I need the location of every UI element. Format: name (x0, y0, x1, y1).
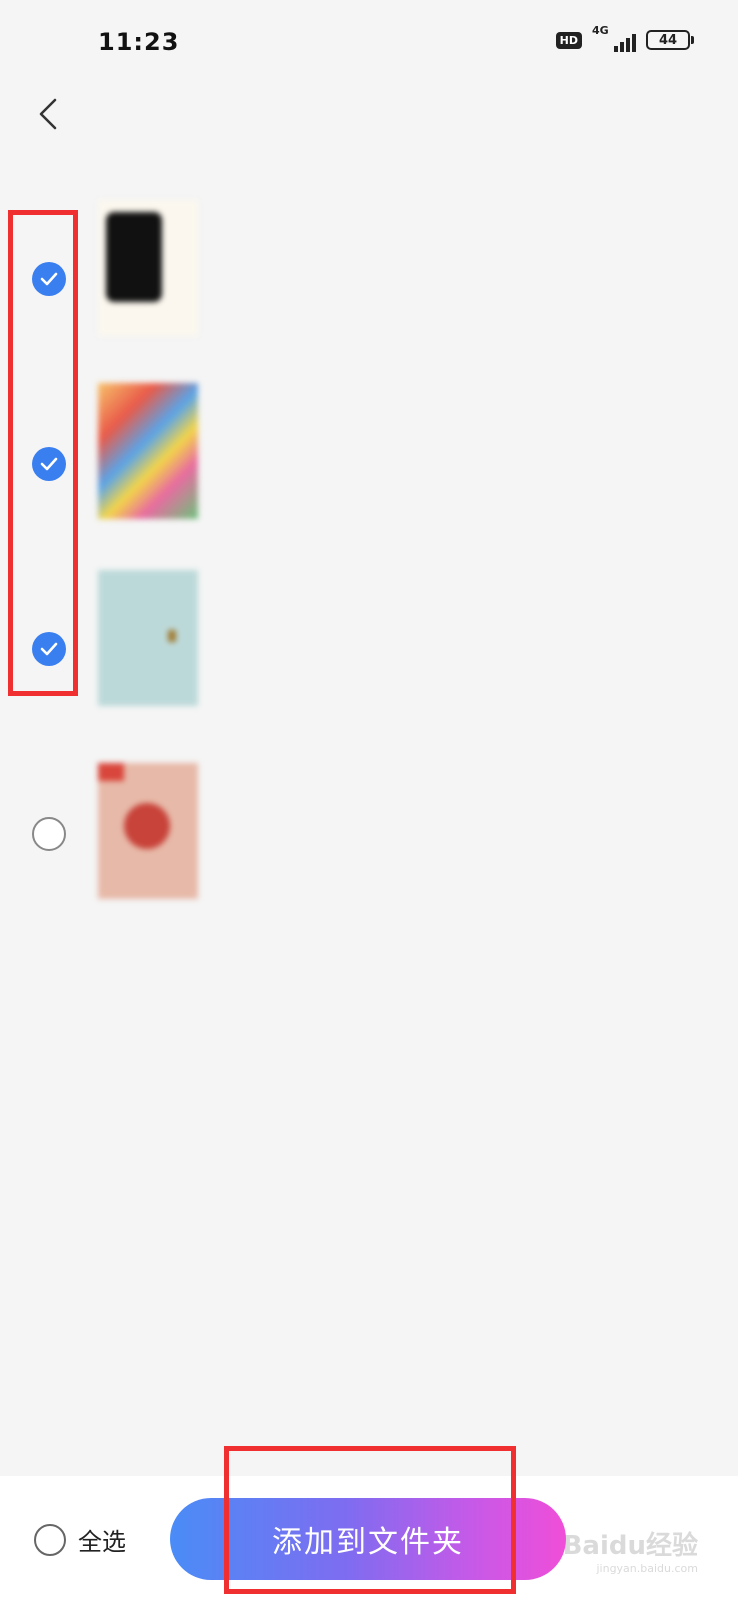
bottom-bar: 全选 添加到文件夹 Baidu经验 jingyan.baidu.com (0, 1476, 738, 1600)
battery-icon: 44 (646, 30, 694, 50)
back-button[interactable] (28, 94, 68, 134)
checkbox-checked[interactable] (32, 447, 66, 481)
list-item[interactable] (0, 568, 738, 738)
signal-bars (614, 34, 636, 52)
list-item[interactable] (0, 383, 738, 553)
checkbox-checked[interactable] (32, 262, 66, 296)
watermark: Baidu经验 jingyan.baidu.com (563, 1533, 698, 1574)
select-all-label: 全选 (78, 1528, 126, 1556)
add-to-folder-button[interactable]: 添加到文件夹 (170, 1498, 566, 1580)
hd-badge: HD (555, 31, 582, 49)
watermark-brand: Baidu经验 (562, 1531, 698, 1561)
notebook-thumbnail (98, 200, 198, 336)
checkbox-unchecked[interactable] (32, 817, 66, 851)
notebook-thumbnail (98, 570, 198, 706)
status-time: 11:23 (98, 28, 180, 56)
network-type: 4G (592, 24, 609, 37)
notebook-thumbnail (98, 383, 198, 519)
watermark-url: jingyan.baidu.com (596, 1562, 698, 1575)
signal-icon: 4G (592, 24, 636, 52)
header (0, 80, 738, 150)
list-item[interactable] (0, 753, 738, 923)
check-icon (40, 457, 58, 471)
checkbox-checked[interactable] (32, 632, 66, 666)
chevron-left-icon (39, 98, 57, 130)
check-icon (40, 642, 58, 656)
select-all-checkbox[interactable] (34, 1523, 66, 1556)
battery-level: 44 (658, 32, 678, 48)
status-bar: 11:23 HD 4G 44 (0, 0, 738, 80)
notebook-thumbnail (98, 763, 198, 899)
list-item[interactable] (0, 198, 738, 368)
check-icon (40, 272, 58, 286)
select-all-toggle[interactable]: 全选 (34, 1522, 126, 1557)
status-icons: HD 4G 44 (555, 24, 694, 52)
